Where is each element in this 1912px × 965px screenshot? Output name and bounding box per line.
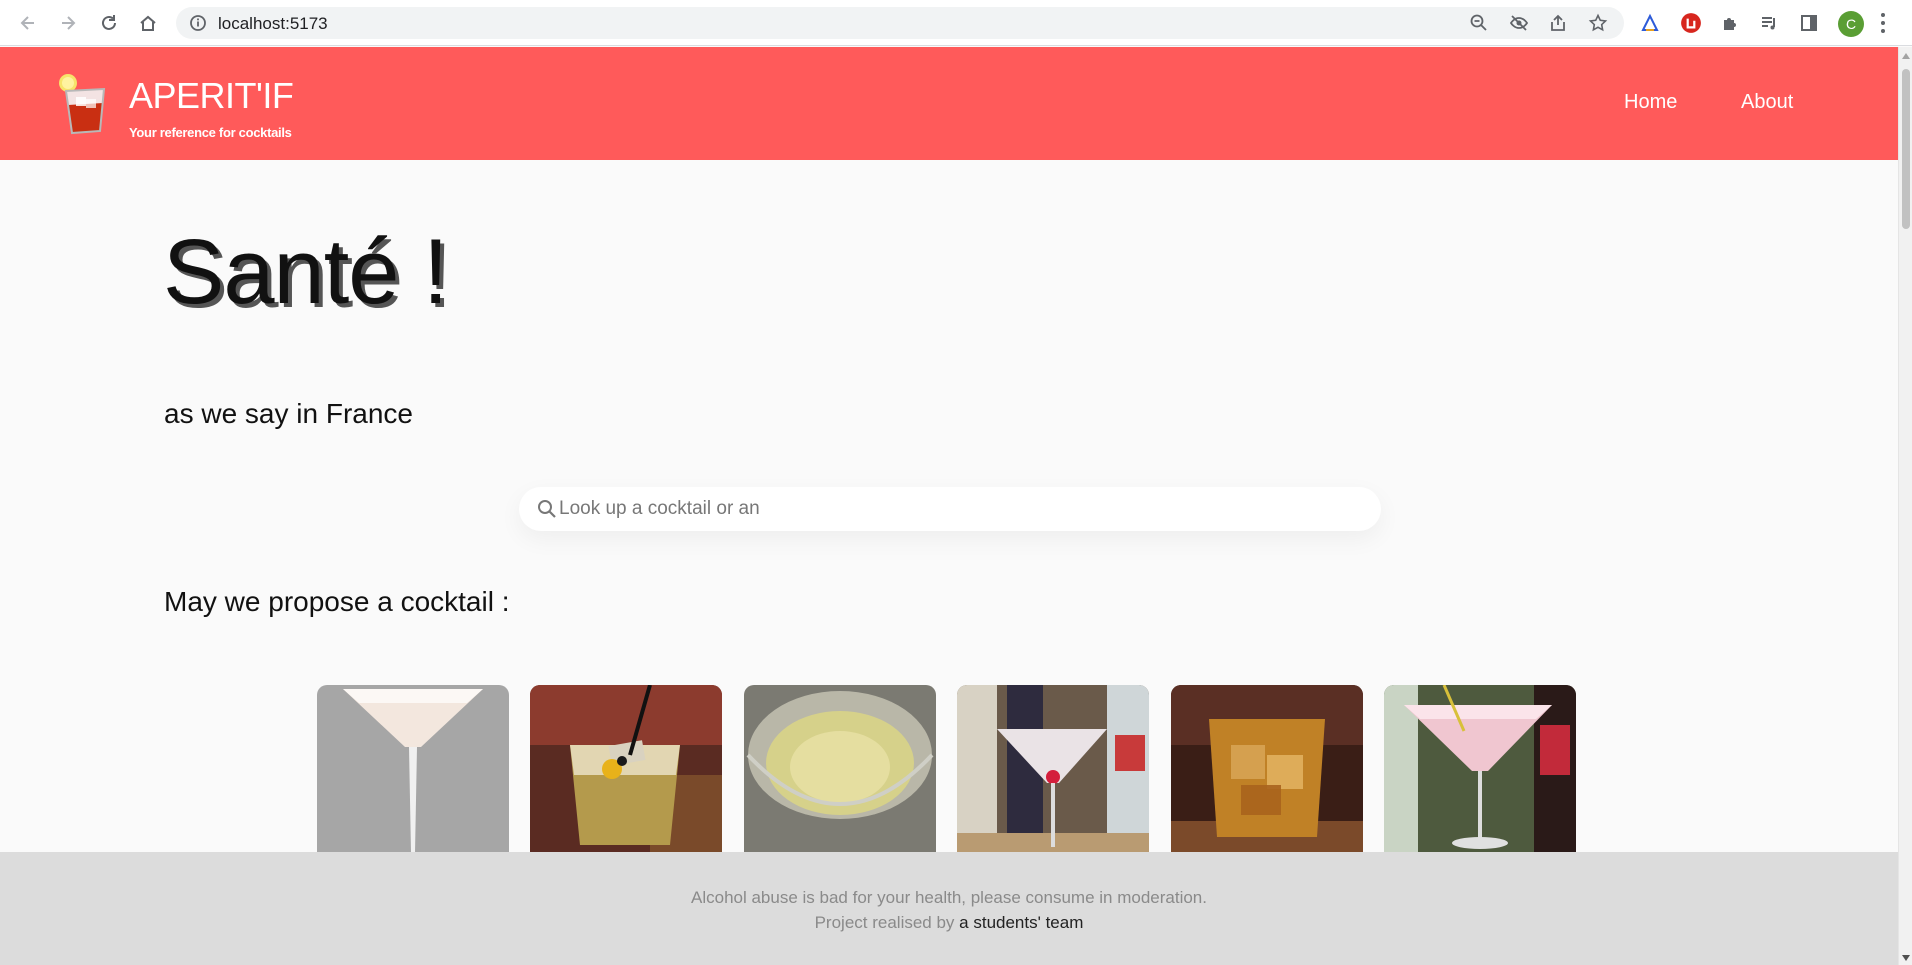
brand-title[interactable]: APERIT'IF: [129, 75, 294, 117]
cocktail-glass-logo-icon[interactable]: [56, 73, 112, 135]
media-queue-icon[interactable]: [1757, 11, 1781, 35]
cocktail-card[interactable]: [1171, 685, 1363, 853]
site-header: APERIT'IF Your reference for cocktails H…: [0, 47, 1898, 160]
home-icon: [140, 15, 156, 31]
scroll-thumb[interactable]: [1902, 69, 1910, 229]
browser-menu-icon[interactable]: [1880, 13, 1886, 33]
address-bar[interactable]: localhost:5173: [176, 7, 1624, 39]
yellow-martini-image: [744, 685, 936, 853]
forward-arrow-icon: [62, 16, 76, 30]
footer-credits-prefix: Project realised by: [814, 913, 960, 932]
search-icon: [538, 500, 556, 518]
reload-button[interactable]: [95, 9, 123, 37]
zoom-out-icon[interactable]: [1469, 13, 1489, 33]
nav-home-link[interactable]: Home: [1624, 91, 1677, 114]
brand-subtitle: Your reference for cocktails: [129, 125, 292, 140]
nav-about-link[interactable]: About: [1741, 91, 1793, 114]
cocktail-card[interactable]: [744, 685, 936, 853]
extensions-puzzle-icon[interactable]: [1718, 11, 1742, 35]
site-info-icon[interactable]: [188, 13, 208, 33]
reload-icon: [102, 15, 116, 30]
cocktail-cards: [317, 685, 1581, 853]
forward-button[interactable]: [54, 9, 82, 37]
cocktail-card[interactable]: [957, 685, 1149, 853]
scroll-down-arrow-icon[interactable]: [1902, 955, 1910, 961]
share-icon[interactable]: [1548, 13, 1568, 33]
extension-adblock-icon[interactable]: [1679, 11, 1703, 35]
martini-glass-image: [317, 685, 509, 853]
old-fashioned-image: [1171, 685, 1363, 853]
whiskey-sour-image: [530, 685, 722, 853]
footer-disclaimer: Alcohol abuse is bad for your health, pl…: [691, 888, 1207, 907]
cocktail-card[interactable]: [1384, 685, 1576, 853]
tracking-protection-eye-off-icon[interactable]: [1509, 13, 1529, 33]
side-panel-icon[interactable]: [1797, 11, 1821, 35]
cocktail-card[interactable]: [317, 685, 509, 853]
search-input[interactable]: [559, 487, 1359, 531]
extension-ruler-icon[interactable]: [1638, 11, 1662, 35]
site-footer: Alcohol abuse is bad for your health, pl…: [0, 852, 1898, 965]
address-url: localhost:5173: [218, 14, 328, 33]
profile-avatar[interactable]: C: [1838, 11, 1864, 37]
browser-toolbar: localhost:5173 C: [0, 0, 1912, 46]
cocktail-card[interactable]: [530, 685, 722, 853]
footer-credits: Project realised by a students' team: [0, 913, 1898, 933]
page-scrollbar[interactable]: [1898, 47, 1912, 965]
home-button[interactable]: [134, 9, 162, 37]
cherry-martini-image: [957, 685, 1149, 853]
section-title: May we propose a cocktail :: [164, 586, 510, 617]
hero-title: Santé !: [163, 221, 449, 323]
hero-subtitle: as we say in France: [164, 398, 413, 429]
scroll-up-arrow-icon[interactable]: [1902, 53, 1910, 59]
bookmark-star-icon[interactable]: [1588, 13, 1608, 33]
back-button[interactable]: [14, 9, 42, 37]
pink-martini-image: [1384, 685, 1576, 853]
back-arrow-icon: [20, 16, 34, 30]
search-bar: [519, 487, 1381, 531]
footer-team-link[interactable]: a students' team: [959, 913, 1083, 932]
